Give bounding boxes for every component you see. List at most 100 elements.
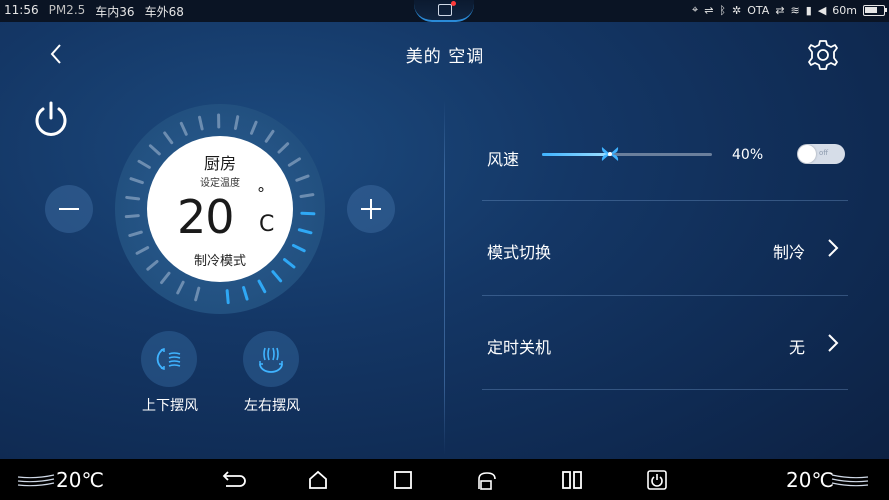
fan-icon [601, 147, 619, 161]
temperature-unit: C [259, 212, 275, 237]
temperature-value: 20 [177, 190, 235, 244]
usb-icon: ⇌ [704, 3, 714, 17]
nav-recents-button[interactable] [390, 467, 416, 493]
home-icon [309, 470, 327, 489]
mode-switch-label: 模式切换 [487, 243, 552, 262]
dial-tick [249, 120, 258, 135]
nav-car-button[interactable] [474, 467, 500, 493]
dial-tick-active [242, 286, 249, 301]
battery-time: 60m [832, 3, 857, 17]
dial-tick-active [297, 228, 313, 235]
dial-tick-active [257, 279, 267, 294]
fan-speed-value: 40% [732, 147, 764, 163]
leftright-swing-button[interactable] [243, 331, 299, 387]
leftright-swing-label: 左右摆风 [244, 398, 300, 414]
battery-icon [863, 4, 887, 16]
dial-tick-active [225, 289, 230, 305]
panel-divider [444, 100, 445, 455]
wifi-icon: ≋ [790, 3, 800, 17]
settings-small-icon: ✲ [732, 3, 742, 17]
fan-speed-label: 风速 [487, 150, 520, 169]
nav-back-button[interactable] [220, 467, 246, 493]
plus-icon [361, 199, 381, 219]
dial-tick [179, 121, 188, 136]
dial-tick-active [271, 270, 283, 283]
signal-icon: ▮ [805, 3, 812, 17]
location-icon: ⌖ [692, 3, 699, 16]
fan-speed-thumb[interactable] [599, 143, 621, 165]
vertical-swing-icon [156, 347, 181, 371]
split-screen-icon [562, 471, 582, 489]
room-name: 厨房 [203, 154, 236, 173]
link-icon: ⇄ [775, 3, 785, 17]
chevron-right-icon [828, 334, 839, 352]
left-climate-icon [17, 474, 55, 487]
updown-swing-button[interactable] [141, 331, 197, 387]
increase-temperature-button[interactable] [347, 185, 395, 233]
dial-tick [295, 174, 310, 182]
updown-swing-label: 上下摆风 [142, 398, 198, 414]
notification-icon [438, 1, 456, 16]
status-left: 11:56 PM2.5 车内36 车外68 [4, 3, 184, 20]
car-inside-temp: 车内36 [95, 5, 135, 19]
dial-tick-active [291, 243, 306, 253]
dial-tick-active [300, 211, 316, 216]
power-button[interactable] [30, 98, 72, 140]
dial-tick [264, 129, 275, 143]
nav-power-button[interactable] [644, 467, 670, 493]
right-zone-temp[interactable]: 20℃ [786, 468, 834, 492]
dial-tick [194, 286, 201, 302]
page-title: 美的 空调 [405, 47, 485, 67]
back-button[interactable] [44, 40, 68, 68]
nav-home-button[interactable] [305, 467, 331, 493]
decrease-temperature-button[interactable] [45, 185, 93, 233]
divider [482, 200, 848, 201]
horizontal-swing-icon [259, 347, 283, 373]
mode-switch-value: 制冷 [772, 243, 805, 262]
system-nav-bar: 20℃ 20℃ [0, 459, 889, 500]
chevron-left-icon [50, 44, 61, 64]
mode-label: 制冷模式 [193, 254, 246, 269]
power-icon [35, 101, 67, 136]
divider [482, 389, 848, 390]
dial-tick [163, 131, 174, 145]
dial-tick [124, 214, 140, 219]
power-box-icon [647, 470, 667, 490]
dial-tick [129, 177, 144, 185]
chevron-right-icon [828, 239, 839, 257]
dial-tick [160, 271, 171, 285]
dial-tick [176, 280, 185, 295]
notification-pulldown[interactable] [414, 0, 474, 22]
ota-label: OTA [747, 3, 770, 17]
bluetooth-icon: ᛒ [719, 3, 727, 17]
dial-tick [198, 115, 204, 131]
timer-off-value: 无 [788, 338, 805, 357]
dial-tick [299, 193, 315, 198]
nav-split-screen-button[interactable] [559, 467, 585, 493]
dial-tick [128, 230, 143, 238]
dial-tick [233, 115, 240, 130]
gear-icon [808, 40, 838, 70]
fan-auto-toggle[interactable]: off [797, 144, 845, 164]
clock: 11:56 [4, 3, 39, 17]
set-temperature-label: 设定温度 [200, 178, 240, 189]
return-arrow-icon [222, 471, 246, 487]
ac-screen: 11:56 PM2.5 车内36 车外68 ⌖ ⇌ ᛒ ✲ OTA ⇄ ≋ ▮ … [0, 0, 889, 500]
toggle-knob [798, 145, 816, 163]
minus-icon [59, 208, 79, 210]
dial-tick [125, 195, 141, 201]
left-zone-temp[interactable]: 20℃ [56, 468, 104, 492]
degree-symbol: ° [257, 184, 265, 203]
car-outside-temp: 车外68 [144, 5, 184, 19]
square-icon [394, 471, 412, 489]
temperature-display: 厨房 设定温度 20 ° C 制冷模式 [147, 136, 293, 282]
settings-button[interactable] [806, 38, 840, 72]
status-bar: 11:56 PM2.5 车内36 车外68 ⌖ ⇌ ᛒ ✲ OTA ⇄ ≋ ▮ … [0, 0, 889, 22]
car-seat-icon [478, 472, 496, 490]
divider [482, 295, 848, 296]
right-climate-icon [831, 474, 869, 487]
status-right: ⌖ ⇌ ᛒ ✲ OTA ⇄ ≋ ▮ ◀ 60m [692, 3, 887, 17]
pm25-label: PM2.5 [48, 3, 86, 17]
sound-icon: ◀ [817, 3, 827, 17]
timer-off-label: 定时关机 [487, 338, 552, 357]
